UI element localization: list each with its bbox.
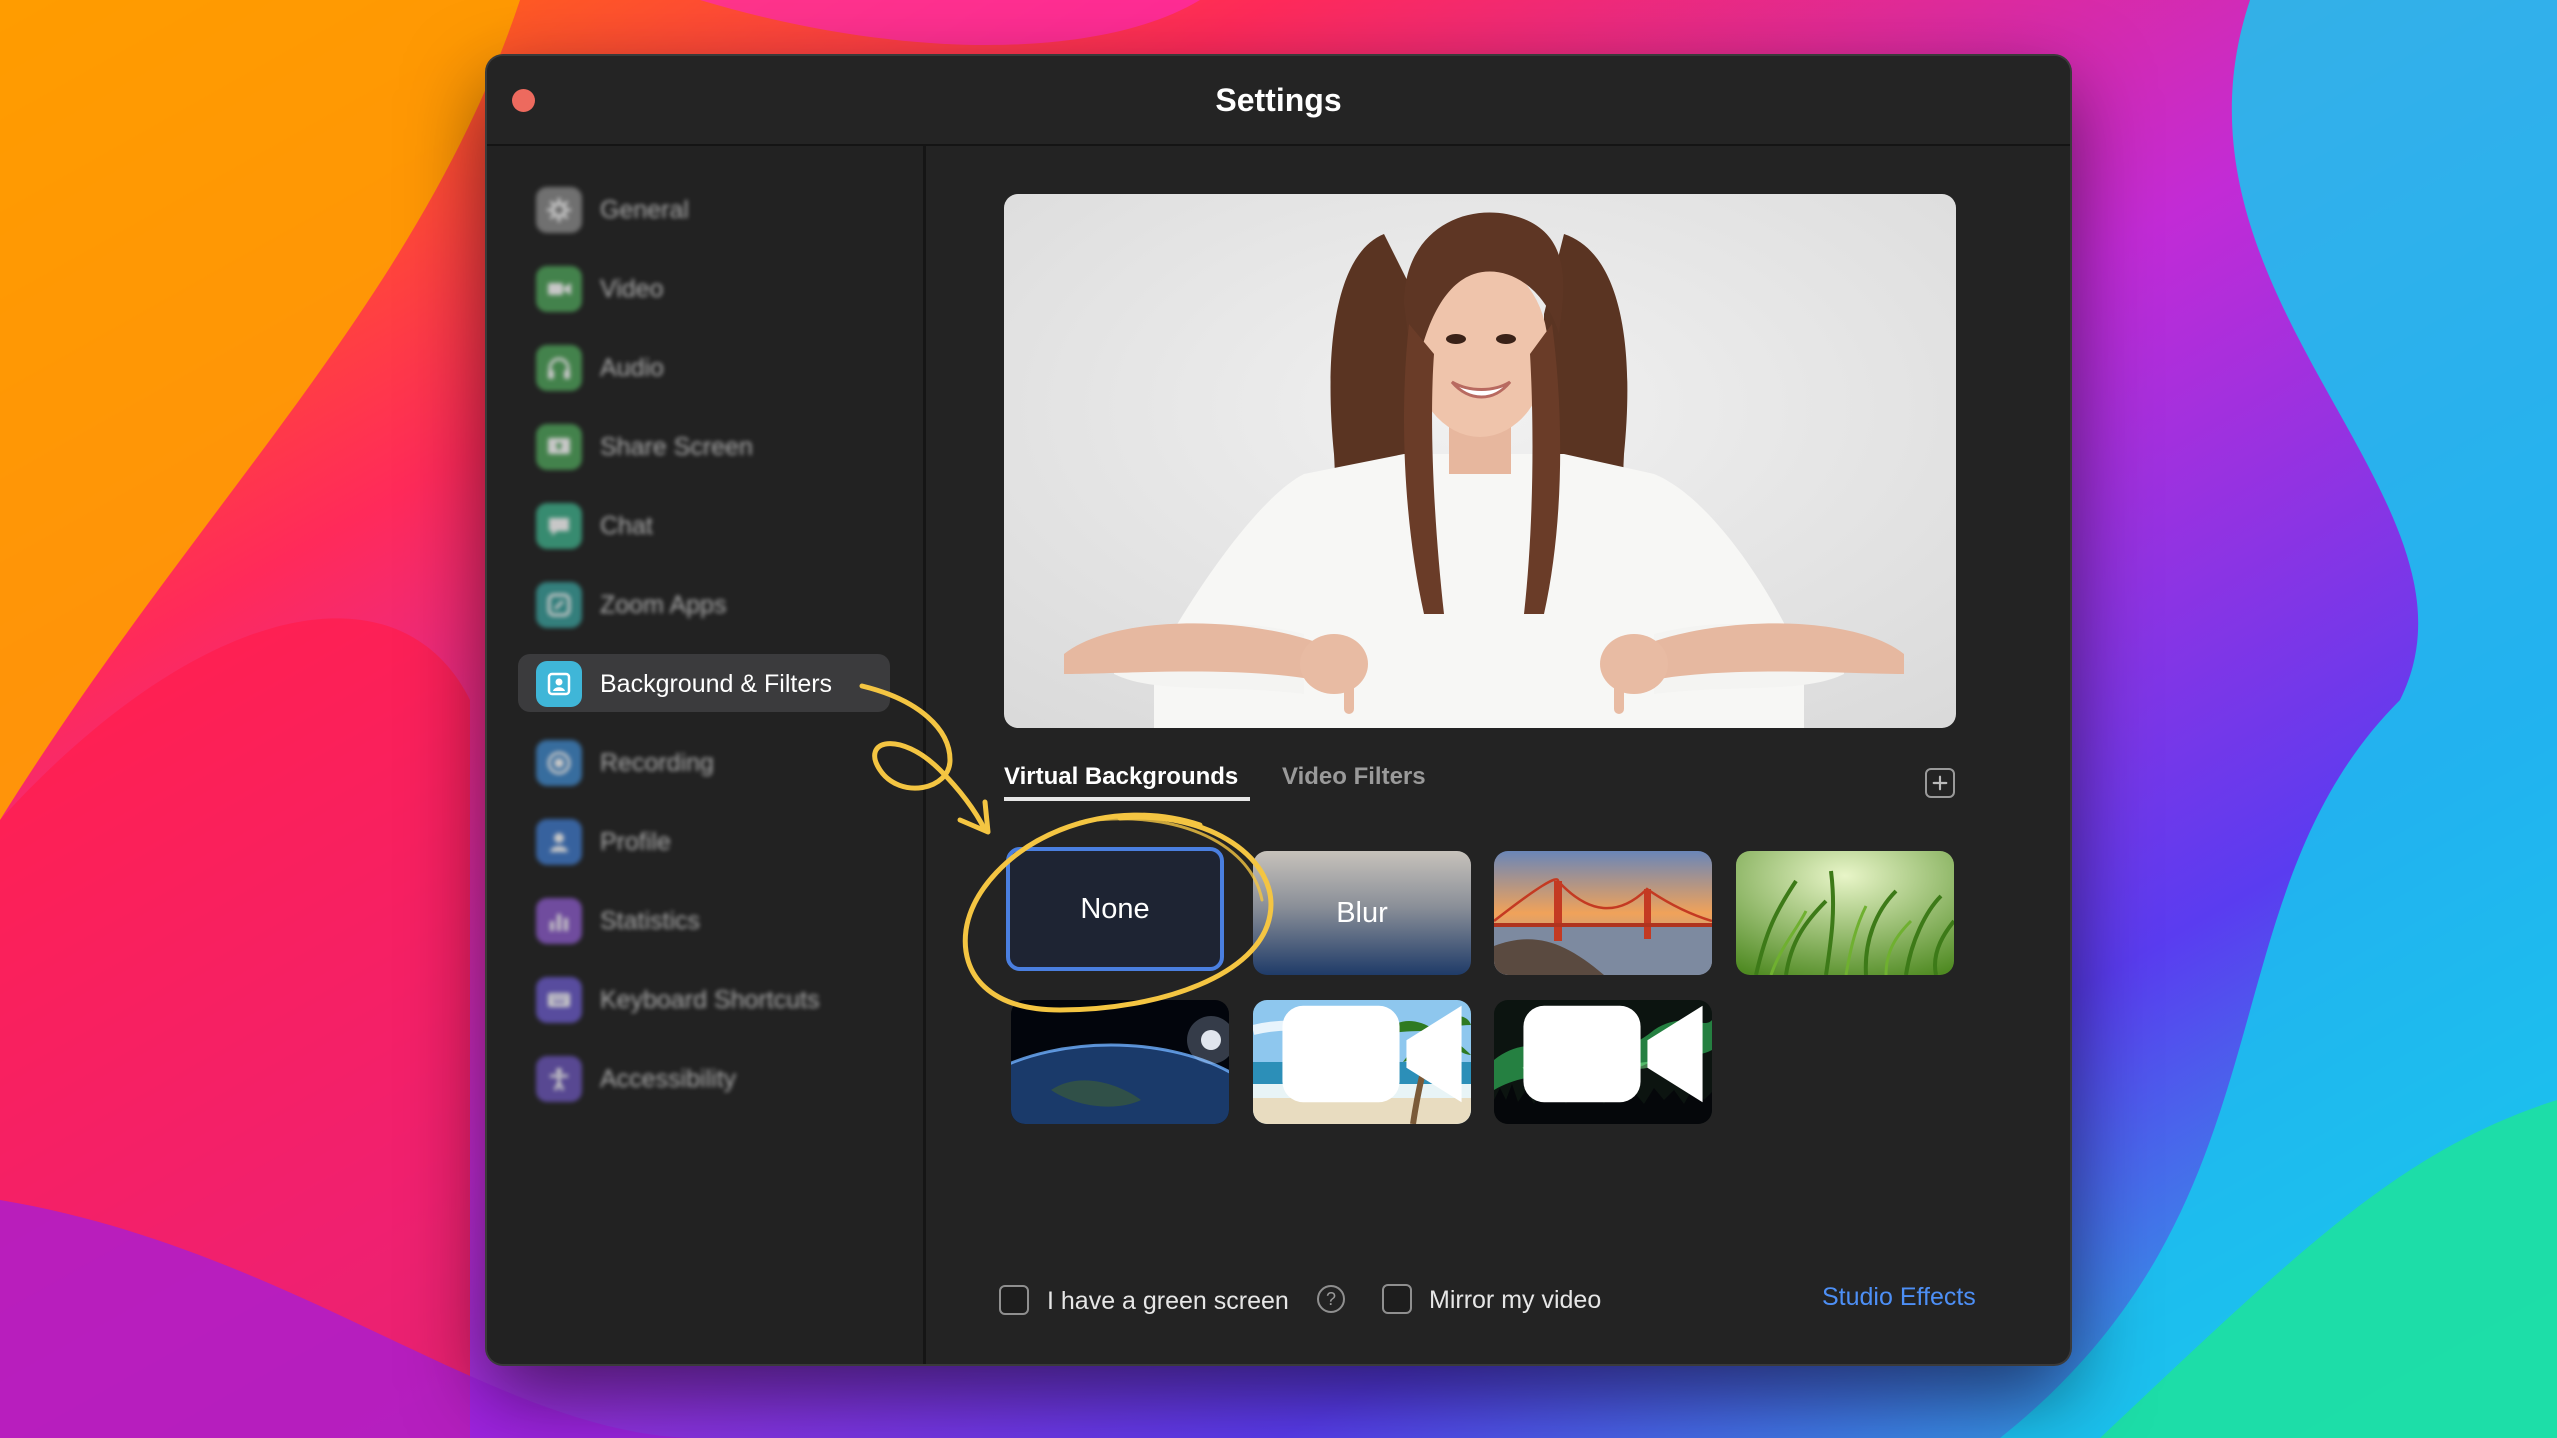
bridge-image — [1494, 851, 1712, 975]
tab-video-filters[interactable]: Video Filters — [1282, 763, 1426, 791]
background-blur-label: Blur — [1336, 896, 1388, 929]
background-none[interactable]: None — [1006, 847, 1224, 971]
title-bar: Settings — [487, 56, 2070, 146]
video-background-icon — [1523, 1005, 1703, 1103]
video-background-icon — [1282, 1005, 1462, 1103]
sidebar-item-label: Profile — [600, 828, 671, 856]
sidebar-item-label: Statistics — [600, 907, 701, 935]
sidebar-item-profile[interactable]: Profile — [518, 812, 890, 870]
sidebar-item-zoom-apps[interactable]: Zoom Apps — [518, 575, 890, 633]
keyboard-icon — [536, 977, 582, 1023]
background-aurora[interactable] — [1494, 1000, 1712, 1124]
green-screen-checkbox[interactable] — [999, 1285, 1029, 1315]
green-screen-label: I have a green screen — [1047, 1287, 1289, 1315]
sidebar-item-label: Keyboard Shortcuts — [600, 986, 820, 1014]
grass-image — [1736, 851, 1954, 975]
background-golden-gate-bridge[interactable] — [1494, 851, 1712, 975]
gear-icon — [536, 187, 582, 233]
studio-effects-link[interactable]: Studio Effects — [1822, 1283, 1976, 1312]
sidebar-item-background-filters[interactable]: Background & Filters — [518, 654, 890, 712]
background-blur[interactable]: Blur — [1253, 851, 1471, 975]
sidebar-item-recording[interactable]: Recording — [518, 733, 890, 791]
record-icon — [536, 740, 582, 786]
video-camera-icon — [536, 266, 582, 312]
profile-icon — [536, 819, 582, 865]
plus-icon — [1932, 775, 1948, 791]
sidebar-item-video[interactable]: Video — [518, 259, 890, 317]
sidebar-item-audio[interactable]: Audio — [518, 338, 890, 396]
headphones-icon — [536, 345, 582, 391]
sidebar-item-label: Recording — [600, 749, 714, 777]
window-title: Settings — [1215, 82, 1342, 118]
sidebar-item-label: Background & Filters — [600, 670, 833, 698]
background-earth-from-space[interactable] — [1011, 1000, 1229, 1124]
background-grass[interactable] — [1736, 851, 1954, 975]
sidebar-item-label: General — [600, 196, 689, 224]
sidebar-item-general[interactable]: General — [518, 180, 890, 238]
tab-virtual-backgrounds[interactable]: Virtual Backgrounds — [1004, 763, 1238, 791]
sidebar-item-chat[interactable]: Chat — [518, 496, 890, 554]
background-beach-palm[interactable] — [1253, 1000, 1471, 1124]
preview-image — [1004, 194, 1956, 728]
apps-icon — [536, 582, 582, 628]
sidebar-item-label: Audio — [600, 354, 664, 382]
help-icon[interactable]: ? — [1317, 1285, 1345, 1313]
sidebar-item-label: Accessibility — [600, 1065, 737, 1093]
person-portrait-icon — [536, 661, 582, 707]
bar-chart-icon — [536, 898, 582, 944]
mirror-video-label: Mirror my video — [1429, 1286, 1602, 1314]
video-preview — [1004, 194, 1956, 728]
share-screen-icon — [536, 424, 582, 470]
sidebar-item-statistics[interactable]: Statistics — [518, 891, 890, 949]
sidebar-item-label: Video — [600, 275, 664, 303]
mirror-video-checkbox[interactable] — [1382, 1284, 1412, 1314]
sidebar-item-accessibility[interactable]: Accessibility — [518, 1049, 890, 1107]
sidebar-item-label: Zoom Apps — [600, 591, 727, 619]
add-background-button[interactable] — [1925, 768, 1955, 798]
sidebar-item-share-screen[interactable]: Share Screen — [518, 417, 890, 475]
sidebar-item-label: Chat — [600, 512, 653, 540]
sidebar-item-keyboard-shortcuts[interactable]: Keyboard Shortcuts — [518, 970, 890, 1028]
tab-active-indicator — [1004, 797, 1250, 801]
earth-image — [1011, 1000, 1229, 1124]
chat-bubble-icon — [536, 503, 582, 549]
background-none-label: None — [1080, 892, 1150, 925]
sidebar-item-label: Share Screen — [600, 433, 753, 461]
accessibility-icon — [536, 1056, 582, 1102]
